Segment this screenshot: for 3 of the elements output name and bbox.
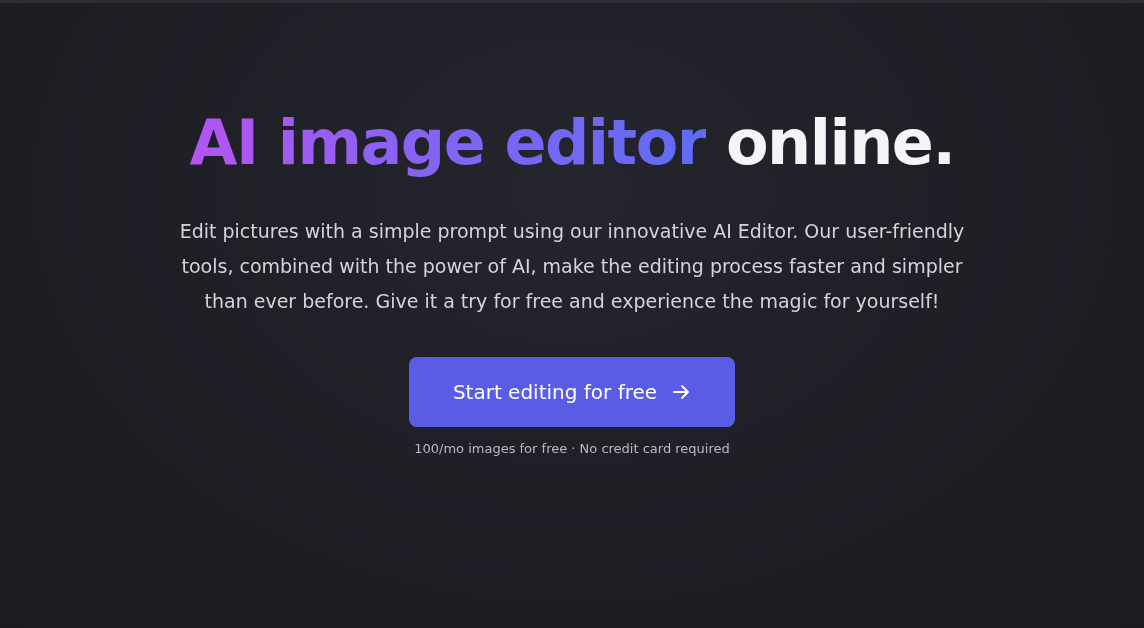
pricing-note: 100/mo images for free · No credit card required	[414, 441, 730, 457]
hero-description: Edit pictures with a simple prompt using our innovative AI Editor. Our user-friendly tools, combined with the power of AI, make the editing process faster and simpler than ever before. Give it a try for free and experience the magic for yourself!	[178, 219, 966, 315]
start-editing-button[interactable]: Start editing for free	[409, 357, 735, 428]
